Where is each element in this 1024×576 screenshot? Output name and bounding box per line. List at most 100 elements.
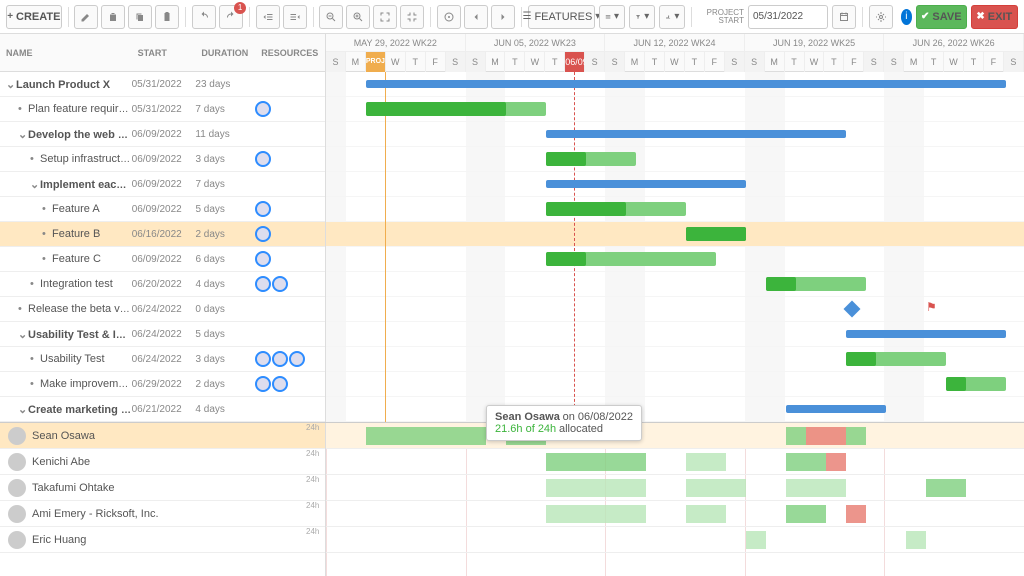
task-row[interactable]: ⌄Usability Test & Improvement06/24/20225… <box>0 322 325 347</box>
col-start[interactable]: START <box>132 48 196 58</box>
task-row[interactable]: •Plan feature requirements05/31/20227 da… <box>0 97 325 122</box>
goto-today-button[interactable] <box>437 5 461 29</box>
zoom-out-button[interactable] <box>319 5 343 29</box>
task-row[interactable]: •Setup infrastructure06/09/20223 days <box>0 147 325 172</box>
resource-row[interactable]: Kenichi Abe <box>0 449 325 475</box>
allocation-bar[interactable] <box>746 531 766 549</box>
resource-row[interactable]: Eric Huang <box>0 527 325 553</box>
task-row[interactable]: ⌄Develop the web app06/09/202211 days <box>0 122 325 147</box>
next-button[interactable] <box>491 5 515 29</box>
allocation-bar[interactable] <box>686 453 726 471</box>
gantt-bar[interactable] <box>366 80 1006 88</box>
task-row[interactable]: ⌄Implement each features06/09/20227 days <box>0 172 325 197</box>
task-row[interactable]: •Integration test06/20/20224 days <box>0 272 325 297</box>
collapse-button[interactable] <box>400 5 424 29</box>
prev-button[interactable] <box>464 5 488 29</box>
col-duration[interactable]: DURATION <box>195 48 255 58</box>
milestone[interactable] <box>844 301 861 318</box>
avatar <box>272 276 288 292</box>
col-name[interactable]: NAME <box>0 48 132 58</box>
paste-button[interactable] <box>155 5 179 29</box>
calendar-button[interactable] <box>832 5 856 29</box>
columns-dropdown[interactable]: ▾ <box>599 5 625 29</box>
timeline-row[interactable] <box>326 397 1024 422</box>
timeline-row[interactable] <box>326 222 1024 247</box>
filter-dropdown[interactable]: ▾ <box>629 5 655 29</box>
indent-button[interactable] <box>283 5 307 29</box>
task-row[interactable]: ⌄Create marketing contents06/21/20224 da… <box>0 397 325 422</box>
create-button[interactable]: + CREATE <box>6 5 62 29</box>
timeline-row[interactable] <box>326 297 1024 322</box>
exit-button[interactable]: ✖ EXIT <box>971 5 1018 29</box>
task-resources <box>255 151 325 167</box>
undo-button[interactable] <box>192 5 216 29</box>
allocation-bar[interactable] <box>546 479 646 497</box>
allocation-bar[interactable] <box>806 427 846 445</box>
avatar <box>255 376 271 392</box>
allocation-bar[interactable] <box>546 453 646 471</box>
task-row[interactable]: •Feature C06/09/20226 days <box>0 247 325 272</box>
zoom-in-button[interactable] <box>346 5 370 29</box>
gantt-bar[interactable] <box>786 405 886 413</box>
redo-button[interactable]: 1 <box>219 5 243 29</box>
allocation-bar[interactable] <box>546 505 646 523</box>
features-dropdown[interactable]: ☰ FEATURES ▾ <box>528 5 595 29</box>
timeline-row[interactable] <box>326 322 1024 347</box>
delete-button[interactable] <box>101 5 125 29</box>
task-row[interactable]: •Usability Test06/24/20223 days <box>0 347 325 372</box>
settings-button[interactable] <box>869 5 893 29</box>
zoom-fit-button[interactable] <box>373 5 397 29</box>
task-row[interactable]: ⌄Launch Product X05/31/202223 days <box>0 72 325 97</box>
allocation-bar[interactable] <box>926 479 966 497</box>
baseline-dropdown[interactable]: ▾ <box>659 5 685 29</box>
tooltip-alloc: 21.6h of 24h <box>495 423 556 435</box>
copy-button[interactable] <box>128 5 152 29</box>
timeline-row[interactable] <box>326 172 1024 197</box>
task-row[interactable]: •Feature B06/16/20222 days <box>0 222 325 247</box>
allocation-bar[interactable] <box>686 479 746 497</box>
allocation-bar[interactable] <box>366 427 486 445</box>
timeline-row[interactable] <box>326 247 1024 272</box>
gantt-bar[interactable] <box>846 330 1006 338</box>
resource-row[interactable]: Sean Osawa <box>0 423 325 449</box>
save-button[interactable]: ✔ SAVE <box>916 5 967 29</box>
allocation-bar[interactable] <box>686 505 726 523</box>
timeline-row[interactable] <box>326 347 1024 372</box>
project-start-input[interactable] <box>748 5 828 29</box>
allocation-bar[interactable] <box>786 427 806 445</box>
allocation-bar[interactable] <box>846 427 866 445</box>
task-row[interactable]: •Feature A06/09/20225 days <box>0 197 325 222</box>
allocation-bar[interactable] <box>826 453 846 471</box>
day-header: S <box>326 52 346 72</box>
outdent-button[interactable] <box>256 5 280 29</box>
day-header: M <box>625 52 645 72</box>
allocation-bar[interactable] <box>786 453 826 471</box>
allocation-bar[interactable] <box>846 505 866 523</box>
resource-row[interactable]: Ami Emery - Ricksoft, Inc. <box>0 501 325 527</box>
task-row[interactable]: •Release the beta version06/24/20220 day… <box>0 297 325 322</box>
expand-icon[interactable]: ⌄ <box>6 78 16 91</box>
timeline-row[interactable] <box>326 72 1024 97</box>
expand-icon[interactable]: ⌄ <box>18 328 28 341</box>
task-duration: 0 days <box>195 304 255 315</box>
timeline-row[interactable] <box>326 197 1024 222</box>
gantt-bar[interactable] <box>546 130 846 138</box>
timeline-row[interactable] <box>326 272 1024 297</box>
col-resources[interactable]: RESOURCES <box>255 48 325 58</box>
timeline-row[interactable] <box>326 97 1024 122</box>
task-row[interactable]: •Make improvements06/29/20222 days <box>0 372 325 397</box>
resource-row[interactable]: Takafumi Ohtake <box>0 475 325 501</box>
expand-icon[interactable]: ⌄ <box>30 178 40 191</box>
timeline-row[interactable] <box>326 147 1024 172</box>
gantt-bar[interactable] <box>546 180 746 188</box>
edit-button[interactable] <box>74 5 98 29</box>
expand-icon[interactable]: ⌄ <box>18 403 28 416</box>
allocation-bar[interactable] <box>786 479 846 497</box>
expand-icon[interactable]: ⌄ <box>18 128 28 141</box>
allocation-bar[interactable] <box>906 531 926 549</box>
timeline-row[interactable] <box>326 122 1024 147</box>
allocation-bar[interactable] <box>786 505 826 523</box>
timeline-row[interactable] <box>326 372 1024 397</box>
info-icon[interactable]: i <box>901 9 912 25</box>
tooltip-name: Sean Osawa <box>495 411 560 423</box>
